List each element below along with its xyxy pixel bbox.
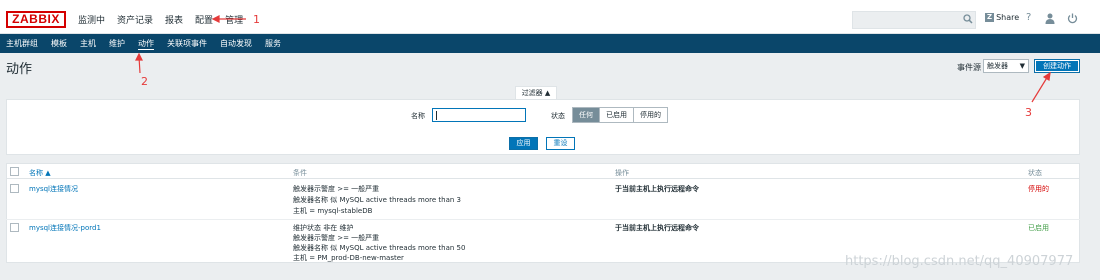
search-icon[interactable] xyxy=(963,13,973,25)
main-menu: 监测中 资产记录 报表 配置 管理 xyxy=(78,13,243,26)
column-header-status: 状态 xyxy=(1028,169,1042,177)
search-input[interactable] xyxy=(852,11,976,29)
operation-text: 于当前主机上执行远程命令 xyxy=(615,224,699,232)
status-toggle-enabled[interactable]: 已启用 xyxy=(1028,224,1049,233)
row-divider xyxy=(6,219,1080,220)
annotation-arrowhead-2 xyxy=(135,52,143,61)
subnav-hosts[interactable]: 主机 xyxy=(80,34,102,53)
filter-panel xyxy=(6,99,1080,155)
subnav-templates[interactable]: 模板 xyxy=(51,34,73,53)
menu-configuration[interactable]: 配置 xyxy=(195,13,213,26)
status-option-any[interactable]: 任何 xyxy=(573,108,600,122)
page-title: 动作 xyxy=(6,62,33,77)
condition-line: 主机 = PM_prod-DB-new-master xyxy=(293,254,404,262)
operation-text: 于当前主机上执行远程命令 xyxy=(615,185,699,193)
menu-monitoring[interactable]: 监测中 xyxy=(78,13,105,26)
help-icon[interactable]: ? xyxy=(1026,12,1031,23)
share-link[interactable]: Z Share xyxy=(985,13,1019,22)
watermark: https://blog.csdn.net/qq_40907977 xyxy=(845,254,1074,269)
status-option-enabled[interactable]: 已启用 xyxy=(600,108,634,122)
subnav-actions[interactable]: 动作 xyxy=(138,34,160,53)
action-name-link[interactable]: mysql连接情况 xyxy=(29,185,78,194)
status-option-disabled[interactable]: 停用的 xyxy=(634,108,667,122)
row-checkbox[interactable] xyxy=(10,184,19,193)
filter-tab[interactable]: 过滤器 ▲ xyxy=(515,86,557,99)
condition-line: 触发器名称 似 MySQL active threads more than 3 xyxy=(293,196,461,204)
column-header-name[interactable]: 名称 ▲ xyxy=(29,168,51,178)
chevron-down-icon: ▼ xyxy=(1019,62,1025,70)
annotation-label-2: 2 xyxy=(141,75,148,88)
menu-reports[interactable]: 报表 xyxy=(165,13,183,26)
event-source-label: 事件源 xyxy=(957,63,981,72)
create-action-button[interactable]: 创建动作 xyxy=(1034,59,1080,73)
event-source-select[interactable]: 触发器 ▼ xyxy=(983,59,1029,73)
filter-status-segmented: 任何 已启用 停用的 xyxy=(572,107,668,123)
action-name-link[interactable]: mysql连接情况-pord1 xyxy=(29,224,101,233)
condition-line: 维护状态 非在 维护 xyxy=(293,224,354,232)
select-all-checkbox[interactable] xyxy=(10,167,19,176)
subnav-discovery[interactable]: 自动发现 xyxy=(220,34,258,53)
menu-administration[interactable]: 管理 xyxy=(225,13,243,26)
filter-name-input[interactable] xyxy=(432,108,526,122)
share-label: Share xyxy=(996,13,1020,22)
subnav-maintenance[interactable]: 维护 xyxy=(109,34,131,53)
menu-inventory[interactable]: 资产记录 xyxy=(117,13,153,26)
condition-line: 主机 = mysql-stableDB xyxy=(293,207,373,215)
sub-navigation: 主机群组 模板 主机 维护 动作 关联项事件 自动发现 服务 xyxy=(0,34,1100,53)
subnav-event-correlation[interactable]: 关联项事件 xyxy=(167,34,213,53)
column-header-operations: 操作 xyxy=(615,169,629,177)
header-divider xyxy=(6,178,1080,179)
row-checkbox[interactable] xyxy=(10,223,19,232)
annotation-arrow-2 xyxy=(138,56,141,74)
condition-line: 触发器示警度 >= 一般严重 xyxy=(293,185,380,193)
condition-line: 触发器示警度 >= 一般严重 xyxy=(293,234,380,242)
reset-button[interactable]: 重设 xyxy=(546,137,575,150)
sign-out-icon[interactable] xyxy=(1067,13,1078,24)
column-header-conditions: 条件 xyxy=(293,169,307,177)
annotation-label-3: 3 xyxy=(1025,106,1032,119)
event-source-value: 触发器 xyxy=(987,62,1008,70)
zabbix-logo[interactable]: ZABBIX xyxy=(6,11,66,28)
condition-line: 触发器名称 似 MySQL active threads more than 5… xyxy=(293,244,466,252)
annotation-arrowhead-3 xyxy=(1042,71,1051,81)
share-icon: Z xyxy=(985,13,995,22)
subnav-services[interactable]: 服务 xyxy=(265,34,287,53)
text-cursor xyxy=(436,111,437,120)
filter-name-label: 名称 xyxy=(411,112,425,120)
subnav-host-groups[interactable]: 主机群组 xyxy=(6,34,44,53)
apply-button[interactable]: 应用 xyxy=(509,137,538,150)
filter-status-label: 状态 xyxy=(551,112,565,120)
user-profile-icon[interactable] xyxy=(1045,13,1055,24)
annotation-label-1: 1 xyxy=(253,13,260,26)
status-toggle-disabled[interactable]: 停用的 xyxy=(1028,185,1049,194)
